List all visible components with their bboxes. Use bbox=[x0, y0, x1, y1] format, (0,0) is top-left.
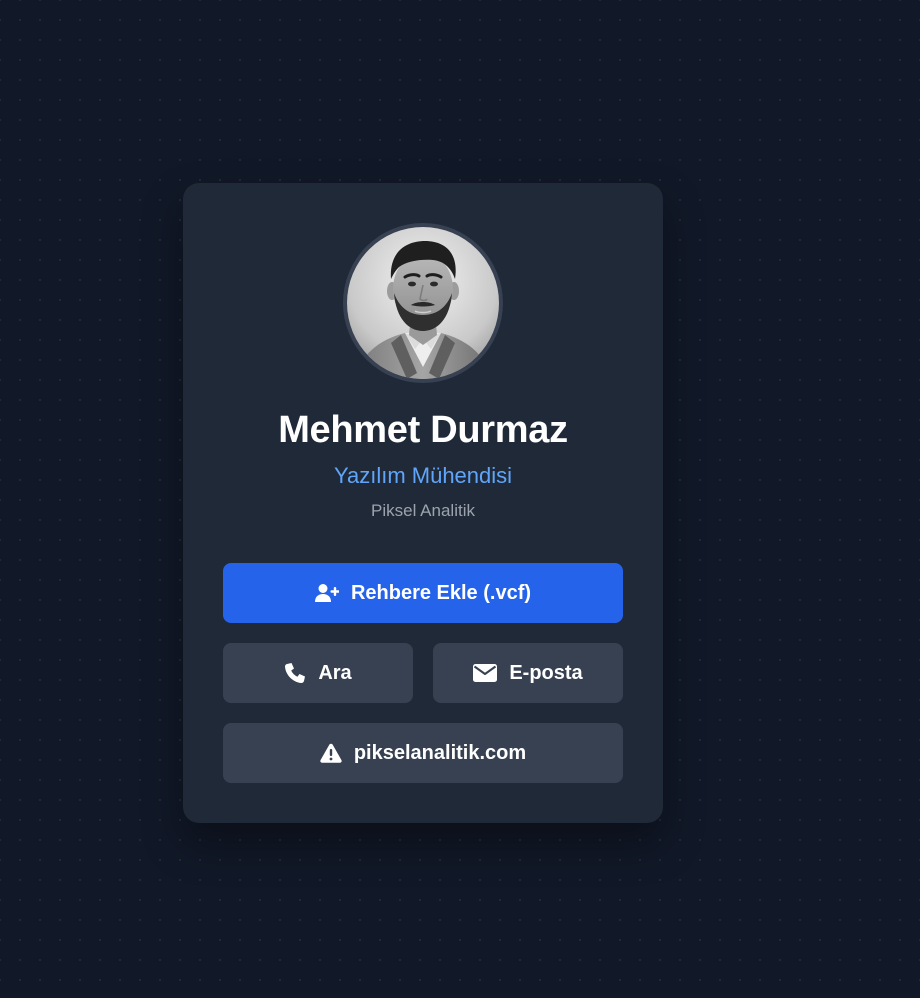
job-title: Yazılım Mühendisi bbox=[333, 463, 513, 488]
profile-name: Mehmet Durmaz bbox=[278, 409, 568, 451]
email-button[interactable]: E-posta bbox=[433, 643, 623, 703]
avatar bbox=[343, 223, 503, 383]
envelope-icon bbox=[473, 664, 498, 682]
call-button[interactable]: Ara bbox=[223, 643, 413, 703]
call-label: Ara bbox=[318, 661, 352, 684]
phone-icon bbox=[284, 662, 306, 684]
add-contact-button[interactable]: Rehbere Ekle (.vcf) bbox=[223, 563, 623, 623]
add-contact-label: Rehbere Ekle (.vcf) bbox=[350, 581, 532, 604]
website-button[interactable]: pikselanalitik.com bbox=[223, 723, 623, 783]
user-plus-icon bbox=[314, 583, 339, 603]
contact-card: Mehmet Durmaz Yazılım Mühendisi Piksel A… bbox=[183, 183, 663, 823]
profile-photo bbox=[347, 227, 499, 379]
company-name: Piksel Analitik bbox=[371, 501, 475, 520]
email-label: E-posta bbox=[509, 661, 583, 684]
website-label: pikselanalitik.com bbox=[353, 741, 527, 764]
warning-triangle-icon bbox=[320, 743, 342, 763]
